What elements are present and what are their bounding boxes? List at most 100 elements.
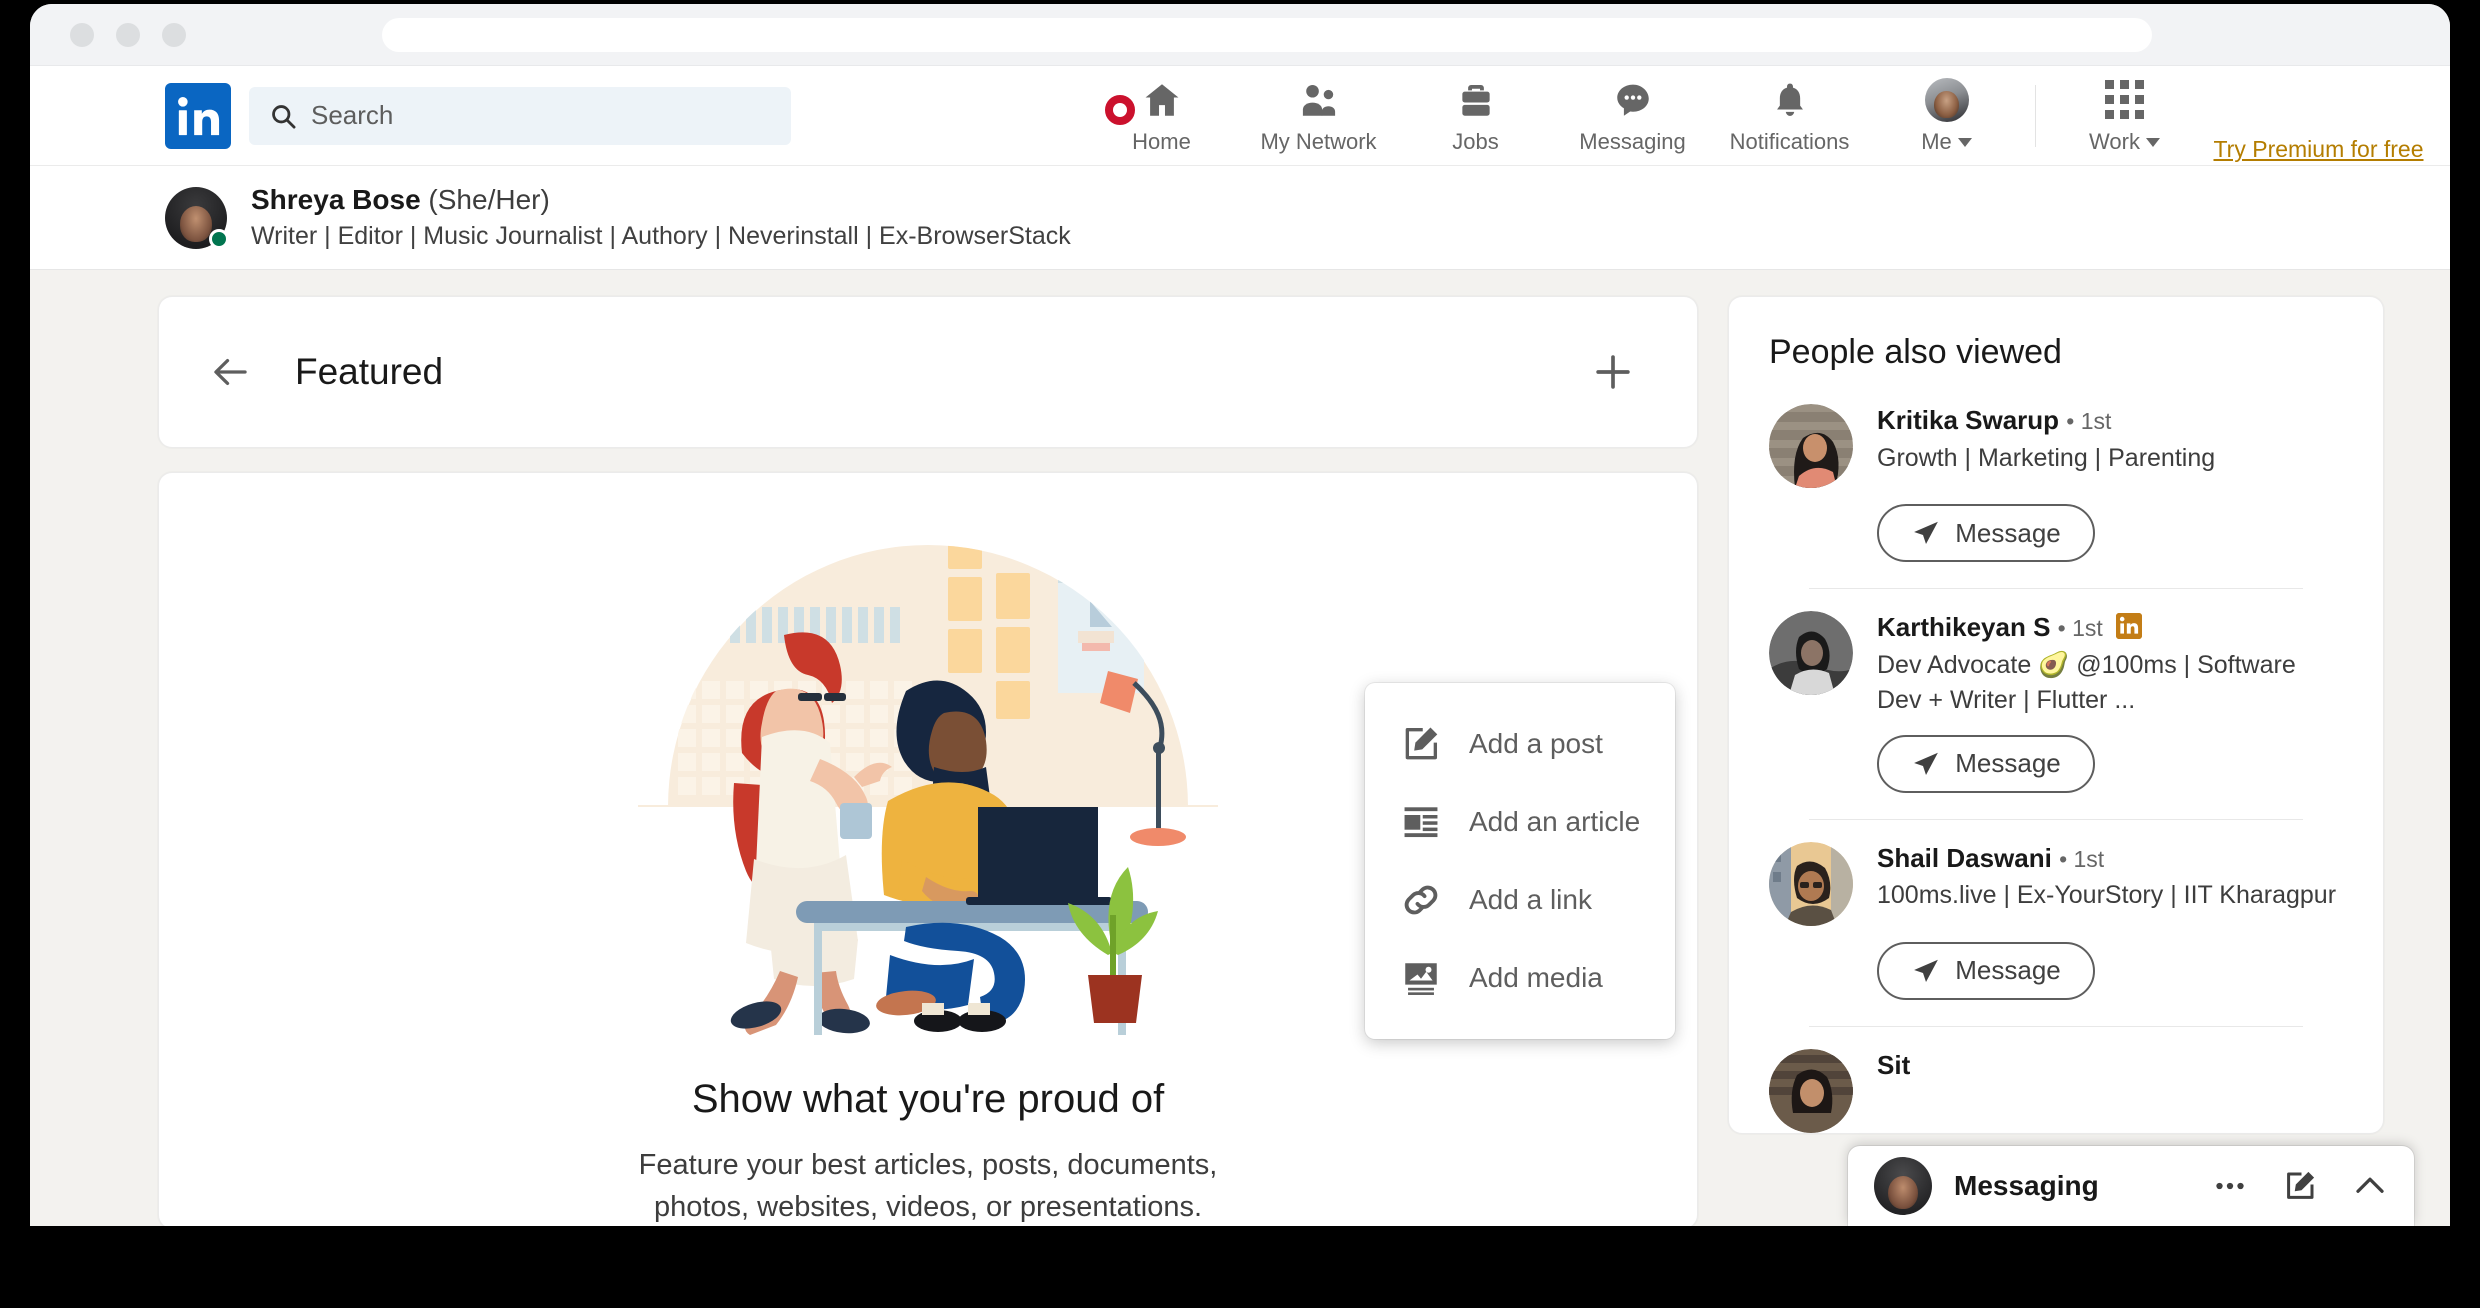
profile-info: Shreya Bose (She/Her) Writer | Editor | … (251, 184, 1071, 251)
profile-avatar[interactable] (165, 186, 229, 249)
avatar[interactable] (1769, 404, 1853, 488)
back-button[interactable] (203, 344, 259, 400)
profile-pronouns: (She/Her) (428, 184, 550, 215)
nav-item-work[interactable]: Work (2046, 66, 2203, 166)
minimize-button[interactable] (116, 22, 140, 47)
linkedin-logo-icon[interactable] (165, 82, 231, 149)
nav-label: Work (2089, 129, 2160, 155)
page: Search Home My Network Jobs Messaging No… (30, 66, 2450, 1226)
page-title: Featured (295, 351, 444, 392)
empty-state-title: Show what you're proud of (691, 1077, 1165, 1121)
close-button[interactable] (70, 22, 94, 47)
person-name: Shail Daswani • 1st (1877, 842, 2105, 873)
menu-item-label: Add a post (1469, 728, 1603, 759)
global-navigation: Search Home My Network Jobs Messaging No… (30, 66, 2450, 166)
person-headline: Growth | Marketing | Parenting (1877, 443, 2216, 472)
window-controls (70, 22, 186, 47)
edit-square-icon (1399, 722, 1443, 766)
search-icon (269, 102, 297, 130)
avatar (1874, 1157, 1932, 1215)
browser-titlebar (30, 4, 2450, 66)
message-bubble-icon (1612, 77, 1654, 123)
person-headline: 100ms.live | Ex-YourStory | IIT Kharagpu… (1877, 881, 2337, 909)
nav-item-messaging[interactable]: Messaging (1554, 66, 1711, 166)
avatar[interactable] (1769, 611, 1853, 695)
list-item[interactable]: Karthikeyan S • 1st Dev Advocate 🥑 @100m… (1729, 589, 2383, 820)
ellipsis-icon[interactable] (2212, 1168, 2248, 1204)
nav-label: Notifications (1729, 128, 1850, 154)
maximize-button[interactable] (162, 22, 186, 47)
add-featured-button[interactable] (1585, 344, 1641, 400)
message-label: Message (1955, 517, 2061, 548)
sidebar-title: People also viewed (1769, 333, 2062, 371)
try-premium-link[interactable]: Try Premium for free (2211, 134, 2426, 165)
bell-icon (1769, 77, 1811, 123)
message-label: Message (1955, 748, 2061, 778)
list-item[interactable]: Kritika Swarup • 1st Growth | Marketing … (1729, 382, 2383, 589)
profile-headline: Writer | Editor | Music Journalist | Aut… (251, 222, 1071, 250)
nav-item-jobs[interactable]: Jobs (1397, 66, 1554, 166)
briefcase-icon (1455, 77, 1497, 123)
connection-degree: • 1st (2066, 408, 2112, 434)
profile-strip: Shreya Bose (She/Her) Writer | Editor | … (30, 166, 2450, 270)
avatar (1924, 77, 1969, 122)
nav-divider (2035, 84, 2036, 147)
menu-item-add-a-post[interactable]: Add a post (1365, 705, 1675, 783)
add-featured-menu: Add a post Add an article Add a link Add… (1365, 683, 1675, 1039)
content-area: Featured Show what you're proud of Featu… (30, 270, 2450, 1226)
message-button[interactable]: Message (1877, 941, 2095, 1000)
message-button[interactable]: Message (1877, 504, 2095, 562)
nav-label: Messaging (1579, 128, 1686, 154)
article-icon (1399, 800, 1443, 844)
network-icon (1298, 77, 1340, 123)
address-bar[interactable] (382, 18, 2152, 52)
message-label: Message (1955, 955, 2061, 985)
menu-item-add-media[interactable]: Add media (1365, 939, 1675, 1017)
avatar[interactable] (1769, 841, 1853, 926)
list-item[interactable]: Sit (1729, 1027, 2383, 1133)
people-also-viewed-card: People also viewed Kritika Swarup • 1st … (1728, 296, 2384, 1134)
compose-icon[interactable] (2282, 1168, 2318, 1204)
chevron-down-icon (1957, 138, 1972, 148)
message-button[interactable]: Message (1877, 734, 2095, 793)
avatar[interactable] (1769, 1048, 1853, 1133)
connection-degree: • 1st (2059, 845, 2105, 872)
nav-item-my-network[interactable]: My Network (1240, 66, 1397, 166)
image-icon (1399, 956, 1443, 1000)
messaging-actions (2212, 1168, 2388, 1204)
nav-item-me[interactable]: Me (1868, 66, 2025, 166)
chevron-up-icon[interactable] (2352, 1168, 2388, 1204)
person-headline: Dev Advocate 🥑 @100ms | Software Dev + W… (1877, 650, 2296, 715)
menu-item-add-a-link[interactable]: Add a link (1365, 861, 1675, 939)
connection-degree: • 1st (2057, 615, 2103, 641)
search-input[interactable]: Search (249, 86, 791, 145)
chevron-down-icon (2145, 138, 2160, 148)
menu-item-add-an-article[interactable]: Add an article (1365, 783, 1675, 861)
nav-item-notifications[interactable]: Notifications (1711, 66, 1868, 166)
online-status-indicator (209, 228, 229, 249)
link-icon (1399, 878, 1443, 922)
notification-badge (1104, 94, 1135, 125)
messaging-overlay-bar[interactable]: Messaging (1848, 1146, 2414, 1226)
sidebar-column: People also viewed Kritika Swarup • 1st … (1728, 296, 2384, 1226)
nav-label: Jobs (1452, 128, 1499, 154)
nav-label: My Network (1260, 128, 1377, 154)
grid-icon (2105, 77, 2144, 123)
profile-name: Shreya Bose (She/Her) (251, 184, 550, 215)
screen: Search Home My Network Jobs Messaging No… (0, 0, 2480, 1308)
featured-illustration (638, 545, 1218, 1035)
list-item[interactable]: Shail Daswani • 1st 100ms.live | Ex-Your… (1729, 820, 2383, 1027)
featured-header-card: Featured (158, 296, 1698, 448)
menu-item-label: Add a link (1469, 884, 1592, 915)
nav-item-home[interactable]: Home (1083, 66, 1240, 166)
person-name: Karthikeyan S • 1st (1877, 611, 2343, 644)
person-name: Sit (1877, 1049, 1911, 1080)
home-icon (1104, 77, 1183, 125)
send-icon (1911, 956, 1941, 986)
messaging-title: Messaging (1954, 1170, 2099, 1201)
send-icon (1911, 518, 1941, 548)
search-placeholder: Search (311, 100, 394, 130)
linkedin-premium-badge-icon (2116, 613, 2142, 639)
browser-window: Search Home My Network Jobs Messaging No… (30, 4, 2450, 1226)
nav-items: Home My Network Jobs Messaging Notificat… (1083, 66, 2450, 166)
